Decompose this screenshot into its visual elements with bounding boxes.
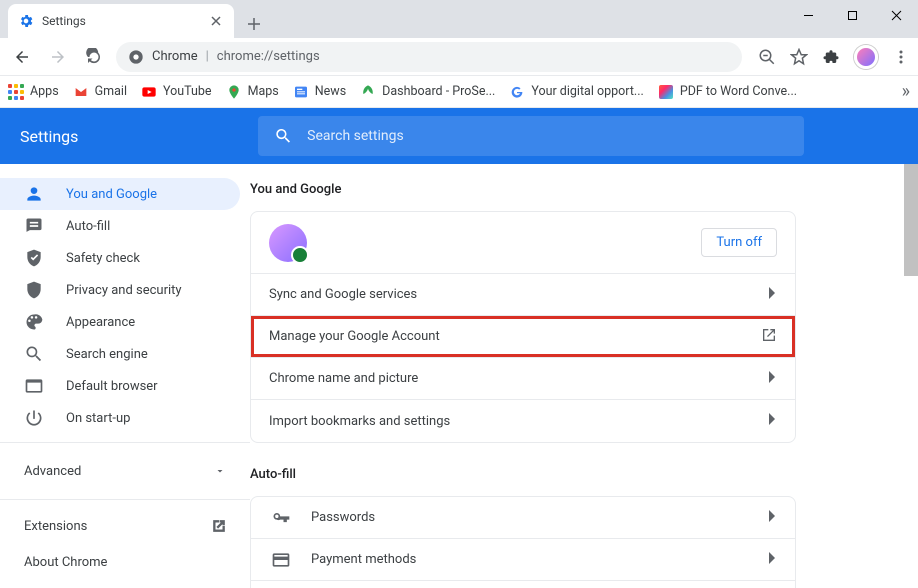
leaf-icon: [360, 84, 376, 100]
sidebar-item-safety-check[interactable]: Safety check: [0, 242, 240, 274]
search-icon: [24, 344, 44, 364]
omnibox-url: chrome://settings: [217, 49, 320, 64]
omnibox-scheme: Chrome: [152, 49, 198, 64]
bookmark-apps[interactable]: Apps: [8, 84, 59, 100]
window-titlebar: Settings: [0, 0, 918, 38]
apps-grid-icon: [8, 84, 24, 100]
key-icon: [269, 508, 293, 528]
row-import-bookmarks[interactable]: Import bookmarks and settings: [251, 400, 795, 442]
extensions-puzzle-icon[interactable]: [822, 48, 840, 66]
bookmark-pdf[interactable]: PDF to Word Conve...: [658, 84, 797, 100]
window-controls: [786, 0, 918, 30]
chevron-right-icon: [769, 287, 777, 303]
credit-card-icon: [269, 550, 293, 570]
sidebar-item-you-and-google[interactable]: You and Google: [0, 178, 240, 210]
scrollbar-thumb[interactable]: [904, 164, 918, 276]
section-title-you-and-google: You and Google: [250, 182, 796, 197]
youtube-icon: [141, 84, 157, 100]
tab-title: Settings: [42, 14, 200, 28]
shield-icon: [24, 280, 44, 300]
bookmark-news[interactable]: News: [293, 84, 346, 100]
profile-avatar-icon: [269, 224, 307, 262]
sidebar-extensions[interactable]: Extensions: [0, 508, 250, 544]
google-g-icon: [509, 84, 525, 100]
sidebar-advanced[interactable]: Advanced: [0, 451, 250, 491]
row-payment-methods[interactable]: Payment methods: [251, 539, 795, 581]
chevron-right-icon: [769, 510, 777, 526]
row-passwords[interactable]: Passwords: [251, 497, 795, 539]
back-button[interactable]: [8, 43, 36, 71]
chevron-right-icon: [769, 552, 777, 568]
bookmark-maps[interactable]: Maps: [226, 84, 279, 100]
chevron-right-icon: [769, 371, 777, 387]
sidebar-item-autofill[interactable]: Auto-fill: [0, 210, 240, 242]
settings-content: You and Google Auto-fill Safety check Pr…: [0, 164, 918, 588]
bookmark-youtube[interactable]: YouTube: [141, 84, 212, 100]
person-icon: [24, 184, 44, 204]
settings-main-panel: You and Google Turn off Sync and Google …: [250, 164, 918, 588]
gmail-icon: [73, 84, 89, 100]
profile-avatar-icon[interactable]: [854, 45, 878, 69]
bookmarks-bar: Apps Gmail YouTube Maps News Dashboard -…: [0, 76, 918, 108]
omnibox[interactable]: Chrome | chrome://settings: [116, 42, 742, 72]
row-chrome-name-picture[interactable]: Chrome name and picture: [251, 358, 795, 400]
maps-pin-icon: [226, 84, 242, 100]
url-toolbar: Chrome | chrome://settings: [0, 38, 918, 76]
card-autofill: Passwords Payment methods Addresses and …: [250, 496, 796, 588]
zoom-icon[interactable]: [758, 48, 776, 66]
sidebar-item-search-engine[interactable]: Search engine: [0, 338, 240, 370]
bookmark-dashboard[interactable]: Dashboard - ProSe...: [360, 84, 495, 100]
section-autofill: Auto-fill Passwords Payment methods Addr…: [250, 467, 796, 588]
settings-sidebar: You and Google Auto-fill Safety check Pr…: [0, 164, 250, 588]
settings-title: Settings: [20, 127, 78, 146]
turn-off-sync-button[interactable]: Turn off: [701, 228, 777, 257]
search-icon: [274, 126, 293, 146]
settings-gear-icon: [18, 13, 34, 29]
minimize-button[interactable]: [786, 0, 830, 30]
shield-check-icon: [24, 248, 44, 268]
external-link-icon: [761, 327, 777, 347]
bookmark-opport[interactable]: Your digital opport...: [509, 84, 643, 100]
bookmarks-overflow-icon[interactable]: »: [902, 81, 910, 102]
bookmark-star-icon[interactable]: [790, 48, 808, 66]
close-tab-icon[interactable]: [208, 13, 224, 29]
row-addresses[interactable]: Addresses and more: [251, 581, 795, 588]
chrome-icon: [128, 49, 144, 65]
browser-icon: [24, 376, 44, 396]
forward-button[interactable]: [44, 43, 72, 71]
chevron-right-icon: [769, 413, 777, 429]
row-manage-google-account[interactable]: Manage your Google Account: [251, 316, 795, 358]
chevron-down-icon: [214, 465, 226, 477]
pdf-color-icon: [658, 84, 674, 100]
row-sync-services[interactable]: Sync and Google services: [251, 274, 795, 316]
sidebar-item-default-browser[interactable]: Default browser: [0, 370, 240, 402]
settings-search-input[interactable]: [307, 128, 788, 144]
new-tab-button[interactable]: [240, 10, 268, 38]
power-icon: [24, 408, 44, 428]
palette-icon: [24, 312, 44, 332]
maximize-button[interactable]: [830, 0, 874, 30]
section-title-autofill: Auto-fill: [250, 467, 796, 482]
card-you-and-google: Turn off Sync and Google services Manage…: [250, 211, 796, 443]
browser-tab[interactable]: Settings: [8, 4, 234, 38]
bookmark-gmail[interactable]: Gmail: [73, 84, 127, 100]
close-window-button[interactable]: [874, 0, 918, 30]
profile-row: Turn off: [251, 212, 795, 274]
reload-button[interactable]: [80, 43, 108, 71]
section-you-and-google: You and Google Turn off Sync and Google …: [250, 182, 796, 443]
sidebar-item-privacy-security[interactable]: Privacy and security: [0, 274, 240, 306]
chrome-menu-icon[interactable]: [892, 48, 910, 66]
sidebar-item-on-startup[interactable]: On start-up: [0, 402, 240, 434]
sidebar-item-appearance[interactable]: Appearance: [0, 306, 240, 338]
sidebar-about-chrome[interactable]: About Chrome: [0, 544, 250, 580]
vertical-scrollbar[interactable]: [904, 164, 918, 588]
settings-search-box[interactable]: [258, 116, 804, 156]
news-icon: [293, 84, 309, 100]
settings-app-header: Settings: [0, 108, 918, 164]
external-link-icon: [212, 519, 226, 533]
autofill-icon: [24, 216, 44, 236]
